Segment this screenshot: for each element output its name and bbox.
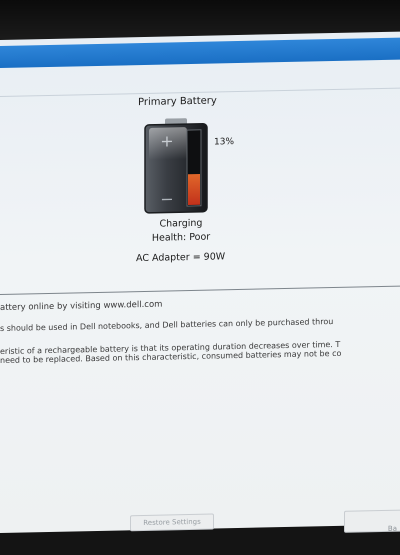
- info-text-line: attery online by visiting www.dell.com: [0, 299, 163, 313]
- battery-icon: + −: [143, 118, 209, 219]
- plus-sign-icon: +: [160, 131, 173, 150]
- section-divider: [0, 285, 400, 295]
- restore-settings-button[interactable]: Restore Settings: [130, 513, 214, 532]
- partial-button[interactable]: Ba: [344, 509, 400, 533]
- charge-percent-label: 13%: [214, 137, 235, 148]
- minus-sign-icon: −: [160, 189, 173, 208]
- charge-level-fill: [188, 174, 200, 206]
- panel-title: Primary Battery: [138, 95, 217, 109]
- battery-meter-window: Primary Battery + − 13% Charging Health:…: [0, 31, 400, 534]
- title-bar: [0, 37, 400, 68]
- ac-adapter-rating: AC Adapter = 90W: [136, 251, 226, 265]
- info-text-line: s should be used in Dell notebooks, and …: [0, 317, 334, 333]
